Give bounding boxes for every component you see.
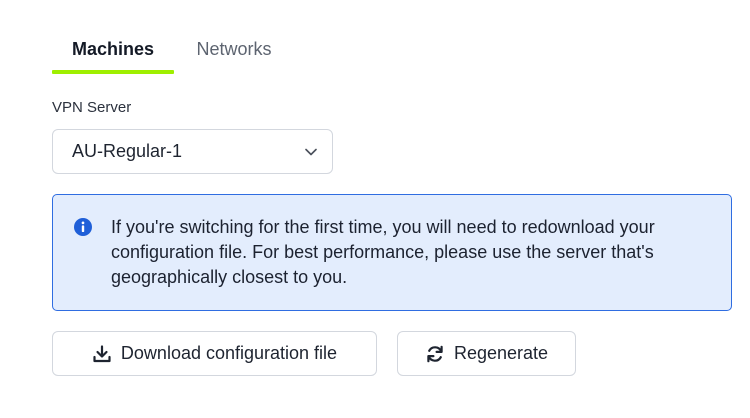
- tab-machines[interactable]: Machines: [52, 24, 174, 74]
- info-alert: If you're switching for the first time, …: [52, 194, 732, 311]
- info-icon: [73, 217, 93, 237]
- regenerate-label: Regenerate: [453, 343, 549, 363]
- vpn-settings-panel: Machines Networks VPN Server AU-Regular-…: [0, 0, 750, 418]
- refresh-icon: [425, 344, 445, 364]
- download-config-button[interactable]: Download configuration file: [52, 331, 377, 376]
- tab-networks[interactable]: Networks: [174, 24, 294, 74]
- vpn-server-label: VPN Server: [52, 99, 132, 116]
- alert-message: If you're switching for the first time, …: [111, 217, 655, 287]
- download-icon: [92, 344, 112, 364]
- tab-bar: Machines Networks: [52, 24, 294, 74]
- download-config-label: Download configuration file: [120, 343, 338, 363]
- tab-networks-label: Networks: [196, 38, 272, 59]
- regenerate-button[interactable]: Regenerate: [397, 331, 576, 376]
- chevron-down-icon: [304, 145, 318, 159]
- tab-machines-label: Machines: [71, 38, 155, 59]
- vpn-server-select[interactable]: AU-Regular-1: [52, 129, 333, 174]
- vpn-server-selected-value: AU-Regular-1: [72, 141, 183, 161]
